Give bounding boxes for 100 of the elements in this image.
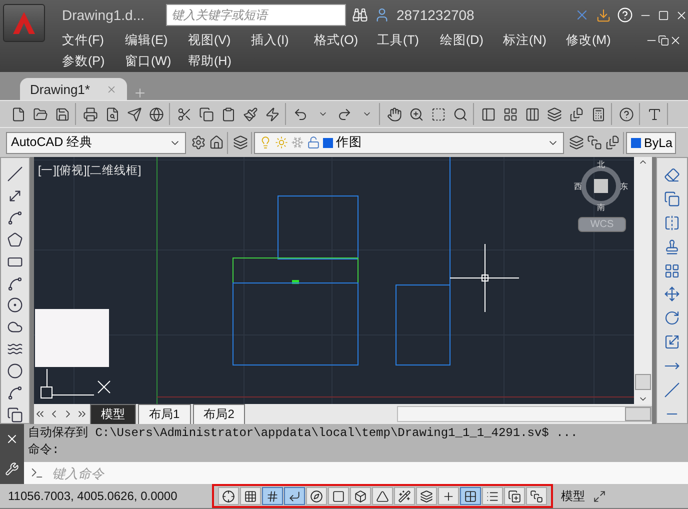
paintbrush-icon[interactable]: [243, 106, 258, 122]
maximize-icon[interactable]: [658, 10, 669, 20]
search-field[interactable]: 键入关键字或短语: [166, 4, 346, 26]
save-icon[interactable]: [55, 106, 70, 122]
columns-icon[interactable]: [525, 106, 540, 122]
eraser-icon[interactable]: [664, 167, 680, 184]
line-icon[interactable]: [7, 166, 23, 182]
rectangle-shape[interactable]: [396, 284, 450, 366]
file-stack-icon[interactable]: [569, 106, 584, 122]
status-toggle-button[interactable]: [218, 487, 239, 505]
document-tab[interactable]: Drawing1*: [20, 78, 127, 100]
panel-icon[interactable]: [481, 106, 496, 122]
rectangle-shape[interactable]: [232, 282, 358, 366]
status-toggle-button[interactable]: [262, 487, 283, 505]
folder-icon[interactable]: [33, 106, 48, 122]
unlock-icon[interactable]: [307, 136, 320, 149]
status-toggle-button[interactable]: [416, 487, 437, 505]
layers-icon[interactable]: [569, 135, 584, 150]
color-dropdown[interactable]: ByLa: [626, 132, 676, 154]
scissors-icon[interactable]: [177, 106, 192, 122]
binoculars-icon[interactable]: [352, 7, 368, 23]
layer-states-icon[interactable]: [605, 135, 620, 150]
status-toggle-button[interactable]: [306, 487, 327, 505]
status-toggle-button[interactable]: [240, 487, 261, 505]
last-icon[interactable]: [76, 408, 88, 420]
menu-item[interactable]: 文件(F): [62, 32, 125, 49]
menu-item[interactable]: 修改(M): [566, 32, 629, 49]
status-toggle-button[interactable]: [504, 487, 525, 505]
insert-block-icon[interactable]: [7, 406, 23, 423]
house-icon[interactable]: [209, 135, 224, 150]
download-icon[interactable]: [596, 8, 611, 22]
menu-item[interactable]: 格式(O): [314, 32, 377, 49]
layer-dropdown[interactable]: 作图: [254, 132, 564, 154]
ellipse-icon[interactable]: [7, 362, 23, 379]
rectangle-shape[interactable]: [278, 196, 358, 260]
zoom-window-icon[interactable]: [431, 106, 446, 122]
lightning-icon[interactable]: [265, 106, 280, 122]
menu-item[interactable]: 窗口(W): [125, 53, 188, 70]
circle-icon[interactable]: [7, 297, 23, 314]
first-icon[interactable]: [34, 408, 46, 420]
status-toggle-button[interactable]: [372, 487, 393, 505]
close-icon[interactable]: [669, 34, 682, 47]
search-icon[interactable]: [453, 106, 468, 122]
gear-icon[interactable]: [191, 135, 206, 150]
undo-icon[interactable]: [293, 106, 308, 122]
menu-item[interactable]: 视图(V): [188, 32, 251, 49]
scrollbar-thumb[interactable]: [635, 374, 651, 390]
layers-icon[interactable]: [547, 106, 562, 122]
vertical-scrollbar[interactable]: [634, 157, 652, 404]
viewport-label[interactable]: [一][俯视][二维线框]: [38, 163, 142, 178]
command-input[interactable]: 键入命令: [24, 462, 688, 484]
layout-tab[interactable]: 模型: [90, 404, 136, 424]
horizontal-scrollbar[interactable]: [397, 406, 652, 422]
calculator-icon[interactable]: [591, 106, 606, 122]
redo-icon[interactable]: [337, 106, 352, 122]
prompt-icon[interactable]: [30, 466, 44, 480]
wrench-icon[interactable]: [5, 462, 19, 476]
layer-previous-icon[interactable]: [587, 135, 602, 150]
restore-icon[interactable]: [658, 35, 669, 46]
menu-item[interactable]: 标注(N): [503, 32, 566, 49]
status-toggle-button[interactable]: [284, 487, 305, 505]
rotate-icon[interactable]: [664, 310, 680, 326]
ellipse-arc-icon[interactable]: [7, 384, 23, 401]
zoom-icon[interactable]: [409, 106, 424, 122]
move-icon[interactable]: [664, 286, 680, 302]
menu-item[interactable]: 帮助(H): [188, 53, 251, 70]
clipboard-icon[interactable]: [221, 106, 236, 122]
globe-icon[interactable]: [149, 106, 164, 122]
copy-icon[interactable]: [199, 106, 214, 122]
help-icon[interactable]: [619, 106, 634, 122]
mirror-icon[interactable]: [664, 215, 680, 232]
status-toggle-button[interactable]: [460, 487, 481, 505]
status-toggle-button[interactable]: [350, 487, 371, 505]
grip-marker[interactable]: [292, 280, 299, 284]
user-name[interactable]: 2871232708: [396, 7, 474, 23]
menu-item[interactable]: 工具(T): [377, 32, 440, 49]
status-toggle-button[interactable]: [438, 487, 459, 505]
status-toggle-button[interactable]: [482, 487, 503, 505]
maximize-icon[interactable]: [593, 490, 606, 502]
menu-item[interactable]: 编辑(E): [125, 32, 188, 49]
menu-item[interactable]: 插入(I): [251, 32, 314, 49]
printer-icon[interactable]: [83, 106, 98, 122]
copy-icon[interactable]: [664, 191, 680, 208]
coordinates[interactable]: 11056.7003, 4005.0626, 0.0000: [8, 489, 204, 503]
status-toggle-button[interactable]: [526, 487, 547, 505]
send-icon[interactable]: [127, 106, 142, 122]
status-toggle-button[interactable]: [394, 487, 415, 505]
file-icon[interactable]: [11, 106, 26, 122]
hand-icon[interactable]: [387, 106, 402, 122]
polyline-icon[interactable]: [7, 210, 23, 226]
layer-icon[interactable]: [233, 135, 248, 150]
text-style-icon[interactable]: [647, 106, 662, 122]
layout-tab[interactable]: 布局1: [138, 404, 191, 424]
polygon-icon[interactable]: [7, 232, 23, 248]
arc-icon[interactable]: [7, 276, 23, 292]
status-toggle-button[interactable]: [328, 487, 349, 505]
menu-item[interactable]: 绘图(D): [440, 32, 503, 49]
space-label[interactable]: 模型: [561, 488, 585, 504]
close-icon[interactable]: [5, 432, 19, 446]
workspace-dropdown[interactable]: AutoCAD 经典: [6, 132, 186, 154]
